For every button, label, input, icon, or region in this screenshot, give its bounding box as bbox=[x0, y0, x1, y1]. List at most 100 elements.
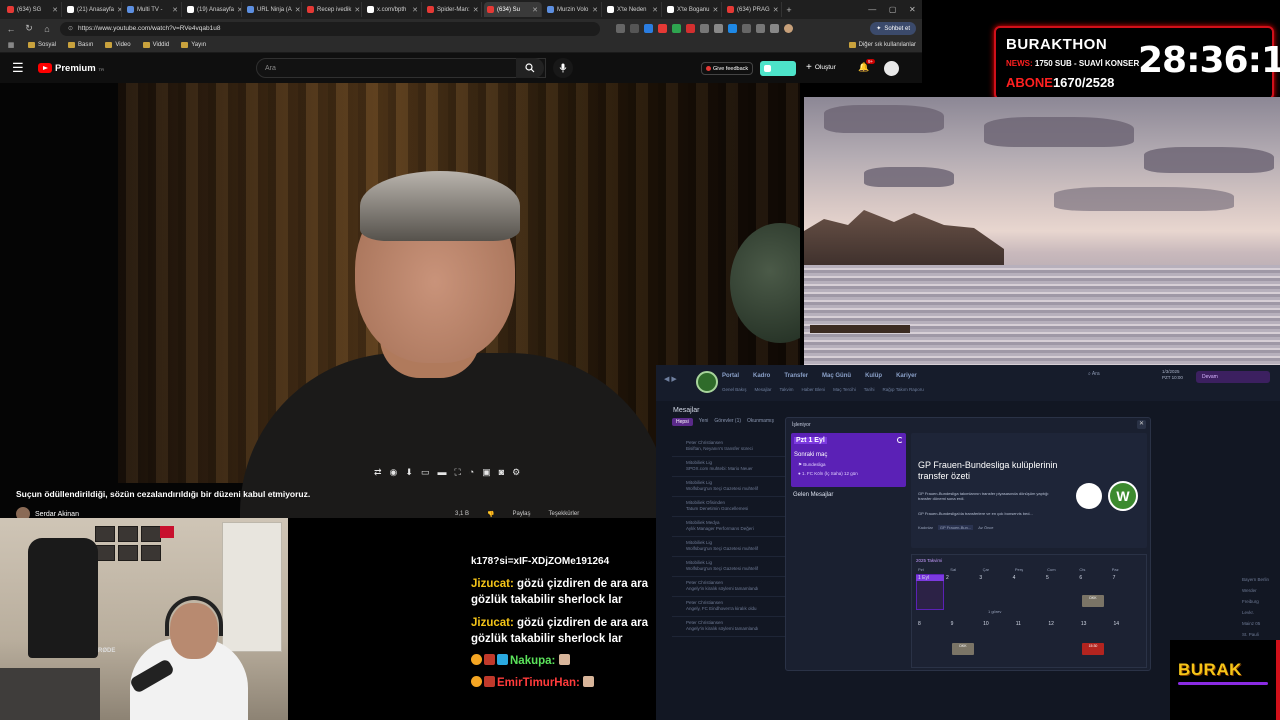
close-icon[interactable]: ✕ bbox=[1137, 420, 1146, 429]
bookmark-folder[interactable]: Basın bbox=[68, 42, 93, 48]
home-icon[interactable]: ⌂ bbox=[42, 24, 52, 34]
menu-icon[interactable]: ☰ bbox=[12, 60, 28, 76]
nav-match-day[interactable]: Maç Günü bbox=[822, 373, 851, 379]
tab-unread[interactable]: Okunmamış bbox=[747, 418, 774, 426]
theater-icon[interactable]: ▬ bbox=[437, 467, 446, 478]
tab-new[interactable]: Yeni bbox=[699, 418, 709, 426]
back-icon[interactable]: ◀ ▶ bbox=[664, 375, 677, 383]
calendar-event-chip[interactable]: DKK bbox=[952, 643, 974, 655]
nav-portal[interactable]: Portal bbox=[722, 373, 739, 379]
nav-transfer[interactable]: Transfer bbox=[784, 373, 808, 379]
speed-icon[interactable]: ◔ bbox=[469, 467, 474, 478]
bookmark-folder[interactable]: Video bbox=[105, 42, 131, 48]
chat-username[interactable]: Jizucat: bbox=[471, 578, 514, 590]
minimize-icon[interactable]: — bbox=[868, 5, 876, 14]
close-icon[interactable]: ✕ bbox=[237, 6, 241, 14]
list-item[interactable]: Mitobiliek Medya Aylık Manager Performans… bbox=[672, 517, 800, 537]
bookmark-folder[interactable]: Yayın bbox=[181, 42, 206, 48]
share-button[interactable]: Paylaş bbox=[513, 511, 531, 518]
channel-name[interactable]: Serdar Akinan bbox=[35, 511, 79, 518]
close-icon[interactable]: ✕ bbox=[592, 6, 598, 14]
screenshot-icon[interactable]: ▣ bbox=[482, 467, 491, 478]
extension-icon[interactable] bbox=[658, 24, 667, 33]
subnav-report[interactable]: Rağıp Takım Raporu bbox=[883, 387, 924, 392]
list-item[interactable]: Peter Christiansen Angely, FC Eindhoven'a… bbox=[672, 597, 800, 617]
close-window-icon[interactable]: ✕ bbox=[909, 5, 916, 14]
download-icon[interactable]: ⬇ bbox=[405, 467, 413, 478]
profile-icon[interactable] bbox=[784, 24, 793, 33]
like-button[interactable]: 3,1 B bbox=[455, 511, 469, 518]
list-item[interactable]: Peter Christiansen Angely'in kiralık söyl… bbox=[672, 577, 800, 597]
extension-icon[interactable] bbox=[700, 24, 709, 33]
close-icon[interactable]: ✕ bbox=[117, 6, 121, 14]
nav-club[interactable]: Kulüp bbox=[865, 373, 882, 379]
fm-search[interactable]: ⌕ Ara bbox=[1088, 371, 1100, 377]
channel-info[interactable]: Serdar Akinan bbox=[16, 507, 79, 518]
settings-gear-icon[interactable]: ⚙ bbox=[512, 467, 520, 478]
close-icon[interactable]: ✕ bbox=[713, 6, 719, 14]
subnav-overview[interactable]: Genel Bakış bbox=[722, 387, 747, 392]
chat-username[interactable]: EmirTimurHan: bbox=[497, 677, 580, 689]
nav-kadro[interactable]: Kadro bbox=[753, 373, 770, 379]
extension-icon[interactable] bbox=[728, 24, 737, 33]
browser-tab[interactable]: (19) Anasayfa✕ bbox=[184, 2, 242, 17]
url-field[interactable]: ⊙ https://www.youtube.com/watch?v=RVe4vq… bbox=[60, 21, 600, 36]
tab-tasks[interactable]: Görevler (1) bbox=[714, 418, 741, 426]
bookmark-folder[interactable]: Viddid bbox=[142, 42, 169, 48]
tab-all[interactable]: Hepsi bbox=[672, 418, 693, 426]
search-input[interactable]: Ara bbox=[256, 58, 546, 78]
browser-tab[interactable]: X'te Neden ✕ bbox=[604, 2, 662, 17]
close-icon[interactable]: ✕ bbox=[773, 6, 779, 14]
subnav-history[interactable]: Tarihi bbox=[864, 387, 875, 392]
give-feedback-button[interactable]: Give feedback bbox=[701, 62, 754, 75]
extension-icon[interactable] bbox=[714, 24, 723, 33]
extension-icon[interactable] bbox=[770, 24, 779, 33]
camera-icon[interactable]: ◙ bbox=[499, 467, 504, 478]
apps-icon[interactable]: ▦ bbox=[6, 41, 16, 49]
list-item[interactable]: Mitobiliek Lig Wolfsburg'un Seçi Gazetesi… bbox=[672, 537, 800, 557]
browser-tab[interactable]: Multi TV - ✕ bbox=[124, 2, 182, 17]
close-icon[interactable]: ✕ bbox=[354, 6, 360, 14]
browser-tab[interactable]: Spider-Man: ✕ bbox=[424, 2, 482, 17]
list-item[interactable]: Peter Christiansen Angely'in kiralık söyl… bbox=[672, 617, 800, 637]
other-bookmarks[interactable]: Diğer sık kullanılanlar bbox=[848, 42, 916, 48]
list-item[interactable]: Mitobiliek Lig Wolfsburg'un Seçi Gazetesi… bbox=[672, 477, 800, 497]
create-button[interactable]: + Oluştur bbox=[806, 62, 836, 73]
youtube-logo[interactable]: Premium TR bbox=[38, 63, 104, 74]
subnav-news[interactable]: Haber Bleni bbox=[802, 387, 826, 392]
close-icon[interactable]: ✕ bbox=[473, 6, 479, 14]
subnav-messages[interactable]: Mesajlar bbox=[755, 387, 772, 392]
extension-toggle[interactable] bbox=[760, 61, 796, 76]
next-match-card[interactable]: Pzt 1 Eyl Sonraki maç ⚑ Bundesliga ● 1. … bbox=[791, 433, 906, 487]
new-tab-icon[interactable]: + bbox=[784, 5, 794, 15]
extension-icon[interactable] bbox=[616, 24, 625, 33]
extension-icon[interactable] bbox=[686, 24, 695, 33]
star-icon[interactable] bbox=[630, 24, 639, 33]
browser-tab[interactable]: Murzin Volo ✕ bbox=[544, 2, 602, 17]
channel-avatar[interactable] bbox=[16, 507, 30, 518]
close-icon[interactable]: ✕ bbox=[652, 6, 658, 14]
browser-tab[interactable]: x.com/bpth ✕ bbox=[364, 2, 422, 17]
thanks-button[interactable]: Teşekkürler bbox=[549, 511, 580, 518]
extension-icon[interactable] bbox=[672, 24, 681, 33]
close-icon[interactable]: ✕ bbox=[532, 6, 538, 14]
close-icon[interactable]: ✕ bbox=[52, 6, 58, 14]
nav-career[interactable]: Kariyer bbox=[896, 373, 917, 379]
site-info-icon[interactable]: ⊙ bbox=[68, 25, 73, 32]
list-item[interactable]: Peter Christiansen Bisiftan, Neyanın's tr… bbox=[672, 437, 800, 457]
chat-button[interactable]: ✦ Sohbet et bbox=[870, 22, 916, 35]
chat-username[interactable]: Jizucat: bbox=[471, 617, 514, 629]
extension-icon[interactable] bbox=[756, 24, 765, 33]
list-item[interactable]: Mitobiliek Lig Wolfsburg'un Seçi Gazetesi… bbox=[672, 557, 800, 577]
reload-icon[interactable]: ↻ bbox=[24, 23, 34, 34]
calendar-event-chip[interactable]: DKK bbox=[1082, 595, 1104, 607]
extension-icon[interactable] bbox=[644, 24, 653, 33]
browser-tab[interactable]: (634) SG ✕ bbox=[4, 2, 62, 17]
back-icon[interactable]: ← bbox=[6, 24, 16, 34]
browser-tab-active[interactable]: (634) Su ✕ bbox=[484, 2, 542, 17]
club-badge-icon[interactable] bbox=[696, 371, 718, 393]
search-button[interactable] bbox=[516, 58, 544, 78]
miniplayer-icon[interactable]: ▭ bbox=[421, 467, 430, 478]
maximize-icon[interactable]: ▢ bbox=[889, 5, 897, 14]
subnav-match-pref[interactable]: Maç Tercihi bbox=[833, 387, 856, 392]
